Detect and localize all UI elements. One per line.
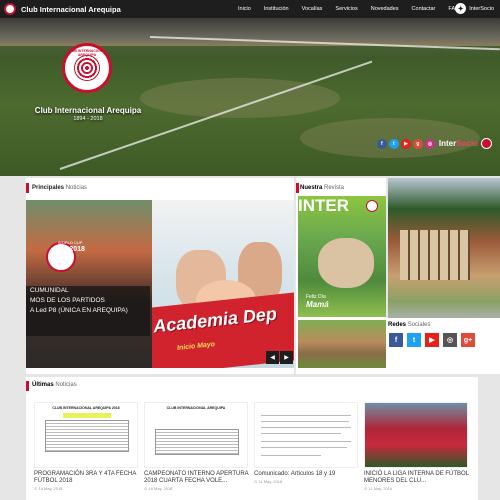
- caption-line: CUMUNIDAL: [30, 287, 69, 294]
- slide-worldcup-year: SIA 2018: [56, 246, 85, 253]
- hero-years: 1894 - 2018: [73, 116, 103, 122]
- club-logo-mini[interactable]: [4, 3, 16, 15]
- news-slider[interactable]: CUMUNIDAL MOS DE LOS PARTIDOS A Led P8 (…: [26, 200, 294, 368]
- slide-photo-left: [26, 200, 156, 368]
- hero-club-name: Club Internacional Arequipa: [34, 106, 142, 115]
- facebook-icon[interactable]: f: [376, 138, 387, 149]
- news-title[interactable]: PROGRAMACIÓN 3RA Y 4TA FECHA FÚTBOL 2018: [34, 471, 142, 485]
- intersocio-inter: Inter: [438, 139, 457, 148]
- nav-novedades[interactable]: Novedades: [371, 6, 399, 12]
- news-thumbnail-team-photo: [364, 402, 468, 468]
- news-item[interactable]: CLUB INTERNACIONAL AREQUIPA 2018 PROGRAM…: [34, 402, 142, 491]
- nav-institucion[interactable]: Institución: [264, 6, 289, 12]
- googleplus-icon[interactable]: g+: [461, 333, 475, 347]
- title-light: Revista: [324, 185, 345, 191]
- doc-line: [261, 415, 351, 416]
- principales-title: Principales Noticias: [32, 185, 87, 191]
- title-bold: Nuestra: [300, 185, 323, 191]
- doc-line: [261, 455, 321, 456]
- crest-target-icon: [74, 55, 100, 81]
- twitter-icon[interactable]: t: [407, 333, 421, 347]
- title-light: Sociales: [407, 322, 431, 328]
- doc-highlight: [63, 413, 111, 418]
- caption-line: MOS DE LOS PARTIDOS: [30, 297, 105, 304]
- instagram-icon[interactable]: ◎: [424, 138, 435, 149]
- news-thumbnail: CLUB INTERNACIONAL AREQUIPA 2018: [34, 402, 138, 468]
- revista-cover-title: INTER: [298, 196, 349, 215]
- doc-line: [261, 441, 351, 442]
- doc-line: [261, 427, 351, 428]
- news-date: ⊙ 18 May, 2018: [144, 486, 173, 491]
- intersocio-label: InterSocio: [469, 5, 494, 12]
- revista-building-photo: [298, 320, 386, 368]
- intersocio-logo[interactable]: InterSocio: [439, 139, 478, 148]
- news-date-value: 11 May, 2018: [368, 486, 393, 491]
- slider-next-button[interactable]: ▶: [280, 351, 293, 364]
- revista-mama: Mamá: [306, 300, 329, 309]
- news-title[interactable]: INICIÓ LA LIGA INTERNA DE FÚTBOL MENORES…: [364, 471, 472, 485]
- top-nav-bar: Club Internacional Arequipa Inicio Insti…: [0, 0, 500, 18]
- news-date: ⊙ 11 May, 2018: [364, 486, 393, 491]
- revista-crest: [366, 200, 378, 212]
- section-accent: [26, 183, 29, 193]
- clubhouse-windows: [400, 230, 470, 280]
- news-date-value: 18 May, 2018: [38, 486, 63, 491]
- stadium-stands: [0, 18, 500, 46]
- doc-table: [45, 420, 129, 452]
- news-item[interactable]: Comunicado: Artículos 18 y 19 ⊙ 11 May, …: [254, 402, 362, 484]
- title-light: Noticias: [55, 382, 77, 388]
- section-accent: [296, 183, 299, 193]
- news-thumbnail: CLUB INTERNACIONAL AREQUIPA: [144, 402, 248, 468]
- doc-line: [261, 447, 347, 448]
- news-item[interactable]: INICIÓ LA LIGA INTERNA DE FÚTBOL MENORES…: [364, 402, 472, 491]
- instagram-icon[interactable]: ◎: [443, 333, 457, 347]
- doc-line: [261, 433, 341, 434]
- twitter-icon[interactable]: t: [388, 138, 399, 149]
- caption-line: A Led P8 (ÚNICA EN AREQUIPA): [30, 307, 128, 314]
- slide-worldcup: WORLD CUP: [58, 240, 83, 245]
- news-title[interactable]: Comunicado: Artículos 18 y 19: [254, 471, 362, 478]
- nav-contactar[interactable]: Contactar: [412, 6, 436, 12]
- news-item[interactable]: CLUB INTERNACIONAL AREQUIPA CAMPEONATO I…: [144, 402, 252, 491]
- slide-caption: CUMUNIDAL MOS DE LOS PARTIDOS A Led P8 (…: [26, 286, 150, 336]
- doc-table: [155, 429, 239, 455]
- crest-text: CLUB INTERNACIONAL AREQUIPA: [67, 49, 107, 57]
- slider-prev-button[interactable]: ◀: [266, 351, 279, 364]
- redes-icons: f t ▶ ◎ g+: [389, 333, 479, 347]
- intersocio-socio: Socio: [456, 139, 478, 148]
- doc-line: [261, 421, 349, 422]
- doc-heading: CLUB INTERNACIONAL AREQUIPA 2018: [52, 406, 120, 410]
- main-nav: Inicio Institución Vocalías Servicios No…: [238, 0, 472, 18]
- redes-title: Redes Sociales: [388, 322, 430, 328]
- brand-title[interactable]: Club Internacional Arequipa: [21, 5, 121, 14]
- title-bold: Redes: [388, 322, 407, 328]
- news-date: ⊙ 11 May, 2018: [254, 479, 283, 484]
- googleplus-icon[interactable]: g: [412, 138, 423, 149]
- hero-social-links: f t ▶ g ◎ InterSocio: [376, 138, 492, 149]
- revista-title: Nuestra Revista: [300, 185, 344, 191]
- section-accent: [26, 381, 29, 391]
- youtube-icon[interactable]: ▶: [400, 138, 411, 149]
- intersocio-badge-icon[interactable]: [481, 138, 492, 149]
- title-bold: Principales: [32, 185, 65, 191]
- news-date-value: 11 May, 2018: [258, 479, 283, 484]
- news-date: ⊙ 18 May, 2018: [34, 486, 63, 491]
- revista-cover-people: [318, 238, 374, 288]
- ultimas-title: Últimas Noticias: [32, 382, 77, 388]
- hero-banner: [0, 18, 500, 176]
- nav-servicios[interactable]: Servicios: [335, 6, 357, 12]
- facebook-icon[interactable]: f: [389, 333, 403, 347]
- intersocio-icon: ✦: [455, 3, 467, 14]
- intersocio-button[interactable]: ✦ InterSocio: [455, 3, 494, 14]
- news-title[interactable]: CAMPEONATO INTERNO APERTURA 2018 CUARTA …: [144, 471, 252, 485]
- title-light: Noticias: [65, 185, 88, 191]
- news-thumbnail: [254, 402, 358, 468]
- youtube-icon[interactable]: ▶: [425, 333, 439, 347]
- news-date-value: 18 May, 2018: [148, 486, 173, 491]
- field-patch: [140, 78, 340, 118]
- nav-vocalias[interactable]: Vocalías: [302, 6, 323, 12]
- title-bold: Últimas: [32, 382, 54, 388]
- nav-inicio[interactable]: Inicio: [238, 6, 251, 12]
- doc-heading: CLUB INTERNACIONAL AREQUIPA: [166, 406, 226, 410]
